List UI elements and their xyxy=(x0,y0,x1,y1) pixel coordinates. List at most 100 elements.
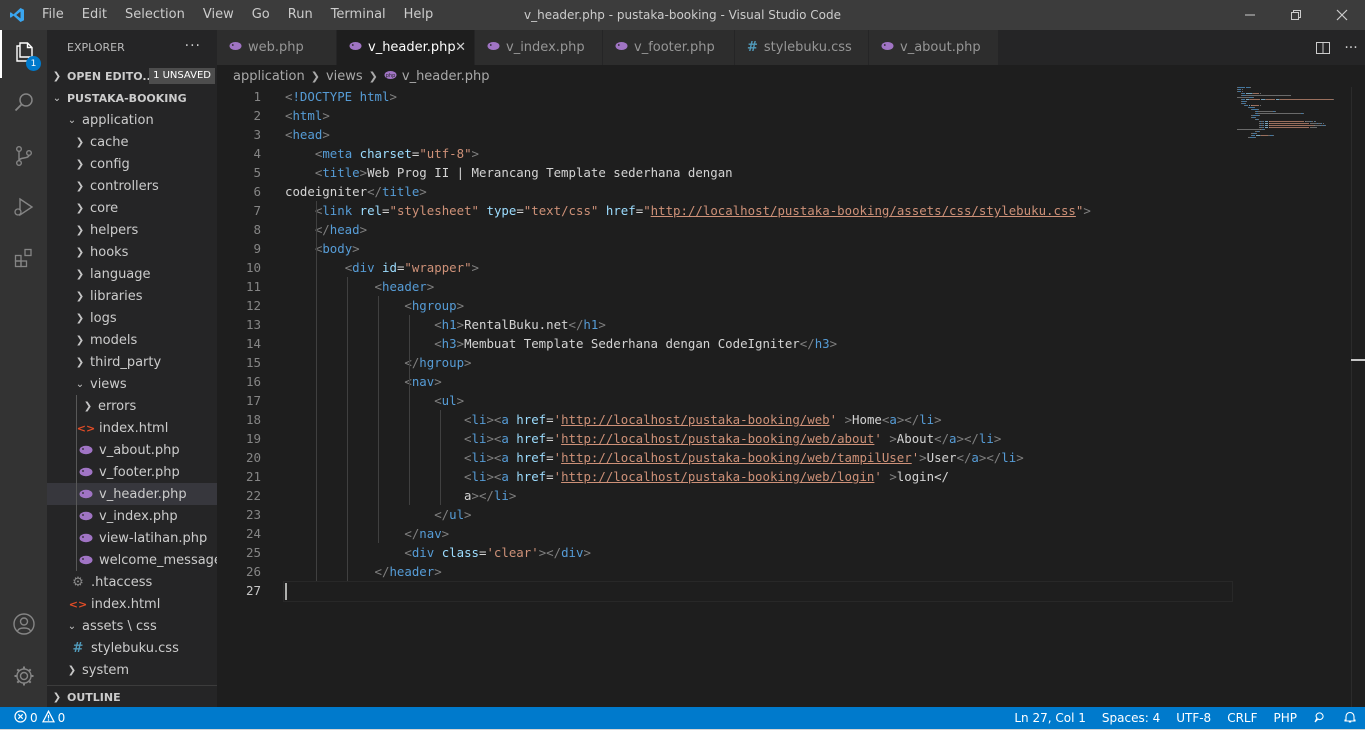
search-activity-button[interactable] xyxy=(0,80,47,128)
php-file-icon xyxy=(79,489,93,499)
close-icon[interactable]: ✕ xyxy=(455,40,466,55)
code-line: <li><a href='http://localhost/pustaka-bo… xyxy=(285,467,1245,486)
tree-file[interactable]: welcome_message.... xyxy=(47,549,217,571)
notifications-icon[interactable] xyxy=(1335,710,1365,727)
breadcrumb-file[interactable]: v_header.php xyxy=(402,69,490,84)
vertical-scrollbar[interactable] xyxy=(1351,87,1365,707)
tree-file[interactable]: <> index.html xyxy=(47,593,217,615)
menu-selection[interactable]: Selection xyxy=(116,0,194,30)
split-editor-button[interactable] xyxy=(1309,40,1337,56)
code-token: > xyxy=(456,393,465,408)
project-section[interactable]: ⌄ PUSTAKA-BOOKING xyxy=(47,87,217,109)
tree-folder[interactable]: ❯ logs xyxy=(47,307,217,329)
outline-section[interactable]: ❯ OUTLINE xyxy=(47,685,217,707)
code-area[interactable]: <!DOCTYPE html> <html> <head> <meta charse… xyxy=(283,87,1245,602)
menu-help[interactable]: Help xyxy=(395,0,443,30)
tab-stylebuku-css[interactable]: # stylebuku.css xyxy=(735,30,869,65)
menu-file[interactable]: File xyxy=(33,0,73,30)
accounts-activity-button[interactable] xyxy=(0,602,47,650)
line-number: 6 xyxy=(253,184,261,199)
tree-file[interactable]: view-latihan.php xyxy=(47,527,217,549)
tree-file[interactable]: # stylebuku.css xyxy=(47,637,217,659)
tree-folder[interactable]: ❯ core xyxy=(47,197,217,219)
code-token: a xyxy=(949,431,957,446)
tab-v-index-php[interactable]: v_index.php xyxy=(475,30,603,65)
tree-folder[interactable]: ⌄ views xyxy=(47,373,217,395)
code-line: </nav> xyxy=(285,524,1245,543)
tab-v-about-php[interactable]: v_about.php xyxy=(869,30,999,65)
tree-folder[interactable]: ❯ errors xyxy=(47,395,217,417)
tree-file[interactable]: v_index.php xyxy=(47,505,217,527)
chevron-right-icon: ❯ xyxy=(75,290,85,302)
code-line: <ul> xyxy=(285,391,1245,410)
open-editors-section[interactable]: ❯ OPEN EDITO... 1 UNSAVED xyxy=(47,65,217,87)
code-token: html xyxy=(359,89,390,104)
close-window-button[interactable] xyxy=(1319,0,1365,30)
tab-v-footer-php[interactable]: v_footer.php xyxy=(603,30,735,65)
run-debug-activity-button[interactable] xyxy=(0,185,47,233)
tree-folder[interactable]: ❯ models xyxy=(47,329,217,351)
minimap-line xyxy=(1253,97,1255,98)
tree-folder[interactable]: ❯ cache xyxy=(47,131,217,153)
line-number: 12 xyxy=(245,298,261,313)
code-token: title xyxy=(322,165,360,180)
menu-terminal[interactable]: Terminal xyxy=(322,0,395,30)
editor-more-actions-button[interactable]: ··· xyxy=(1337,40,1365,56)
tree-folder[interactable]: ❯ libraries xyxy=(47,285,217,307)
code-editor[interactable]: 1 2 3 4 5 6 7 8 9 10 11 12 13 14 15 16 17 18 19 20 21 22 23 24 2… xyxy=(217,87,1365,707)
code-token: < xyxy=(464,431,472,446)
tree-folder[interactable]: ❯ config xyxy=(47,153,217,175)
code-token: class xyxy=(441,545,479,560)
code-token: a xyxy=(971,450,979,465)
line-number: 20 xyxy=(245,450,261,465)
tree-item-label: config xyxy=(90,156,130,172)
tab-v-header-php[interactable]: v_header.php ✕ xyxy=(337,30,475,65)
breadcrumb-application[interactable]: application xyxy=(233,69,305,84)
explorer-activity-button[interactable]: 1 xyxy=(0,30,47,78)
tree-folder[interactable]: ❯ controllers xyxy=(47,175,217,197)
source-control-activity-button[interactable] xyxy=(0,134,47,182)
code-line: <h3>Membuat Template Sederhana dengan Co… xyxy=(285,334,1245,353)
end-of-line[interactable]: CRLF xyxy=(1219,711,1265,725)
tree-folder[interactable]: ⌄ assets \ css xyxy=(47,615,217,637)
tree-folder[interactable]: ❯ helpers xyxy=(47,219,217,241)
tree-folder[interactable]: ❯ system xyxy=(47,659,217,681)
tree-folder[interactable]: ⌄ application xyxy=(47,109,217,131)
restore-button[interactable] xyxy=(1273,0,1319,30)
tab-web-php[interactable]: web.php xyxy=(217,30,337,65)
encoding[interactable]: UTF-8 xyxy=(1168,711,1219,725)
menu-edit[interactable]: Edit xyxy=(73,0,116,30)
code-token: " xyxy=(643,203,651,218)
extensions-activity-button[interactable] xyxy=(0,236,47,284)
menu-run[interactable]: Run xyxy=(279,0,322,30)
code-token: http://localhost/pustaka-booking/web/log… xyxy=(561,469,875,484)
tree-folder[interactable]: ❯ language xyxy=(47,263,217,285)
minimap-line xyxy=(1322,123,1324,124)
breadcrumb-views[interactable]: views xyxy=(326,69,363,84)
problems-indicator[interactable]: 0 0 xyxy=(0,709,65,726)
more-actions-icon[interactable]: ··· xyxy=(185,38,201,54)
tree-file[interactable]: v_header.php xyxy=(47,483,217,505)
tree-file[interactable]: v_about.php xyxy=(47,439,217,461)
cursor-position[interactable]: Ln 27, Col 1 xyxy=(1006,711,1094,725)
account-icon xyxy=(12,612,36,640)
menu-go[interactable]: Go xyxy=(243,0,279,30)
tree-file[interactable]: <> index.html xyxy=(47,417,217,439)
menu-view[interactable]: View xyxy=(194,0,243,30)
tree-item-label: v_about.php xyxy=(99,442,180,458)
minimize-button[interactable] xyxy=(1227,0,1273,30)
tree-file[interactable]: ⚙ .htaccess xyxy=(47,571,217,593)
code-token: < xyxy=(404,545,412,560)
tree-folder[interactable]: ❯ hooks xyxy=(47,241,217,263)
tree-folder[interactable]: ❯ third_party xyxy=(47,351,217,373)
tree-file[interactable]: v_footer.php xyxy=(47,461,217,483)
feedback-icon[interactable] xyxy=(1305,710,1335,727)
explorer-title: EXPLORER xyxy=(67,41,125,54)
manage-activity-button[interactable] xyxy=(0,654,47,702)
line-number: 23 xyxy=(245,507,261,522)
indentation[interactable]: Spaces: 4 xyxy=(1094,711,1168,725)
code-token: >< xyxy=(486,412,502,427)
language-mode[interactable]: PHP xyxy=(1266,711,1306,725)
minimap[interactable] xyxy=(1237,87,1357,147)
